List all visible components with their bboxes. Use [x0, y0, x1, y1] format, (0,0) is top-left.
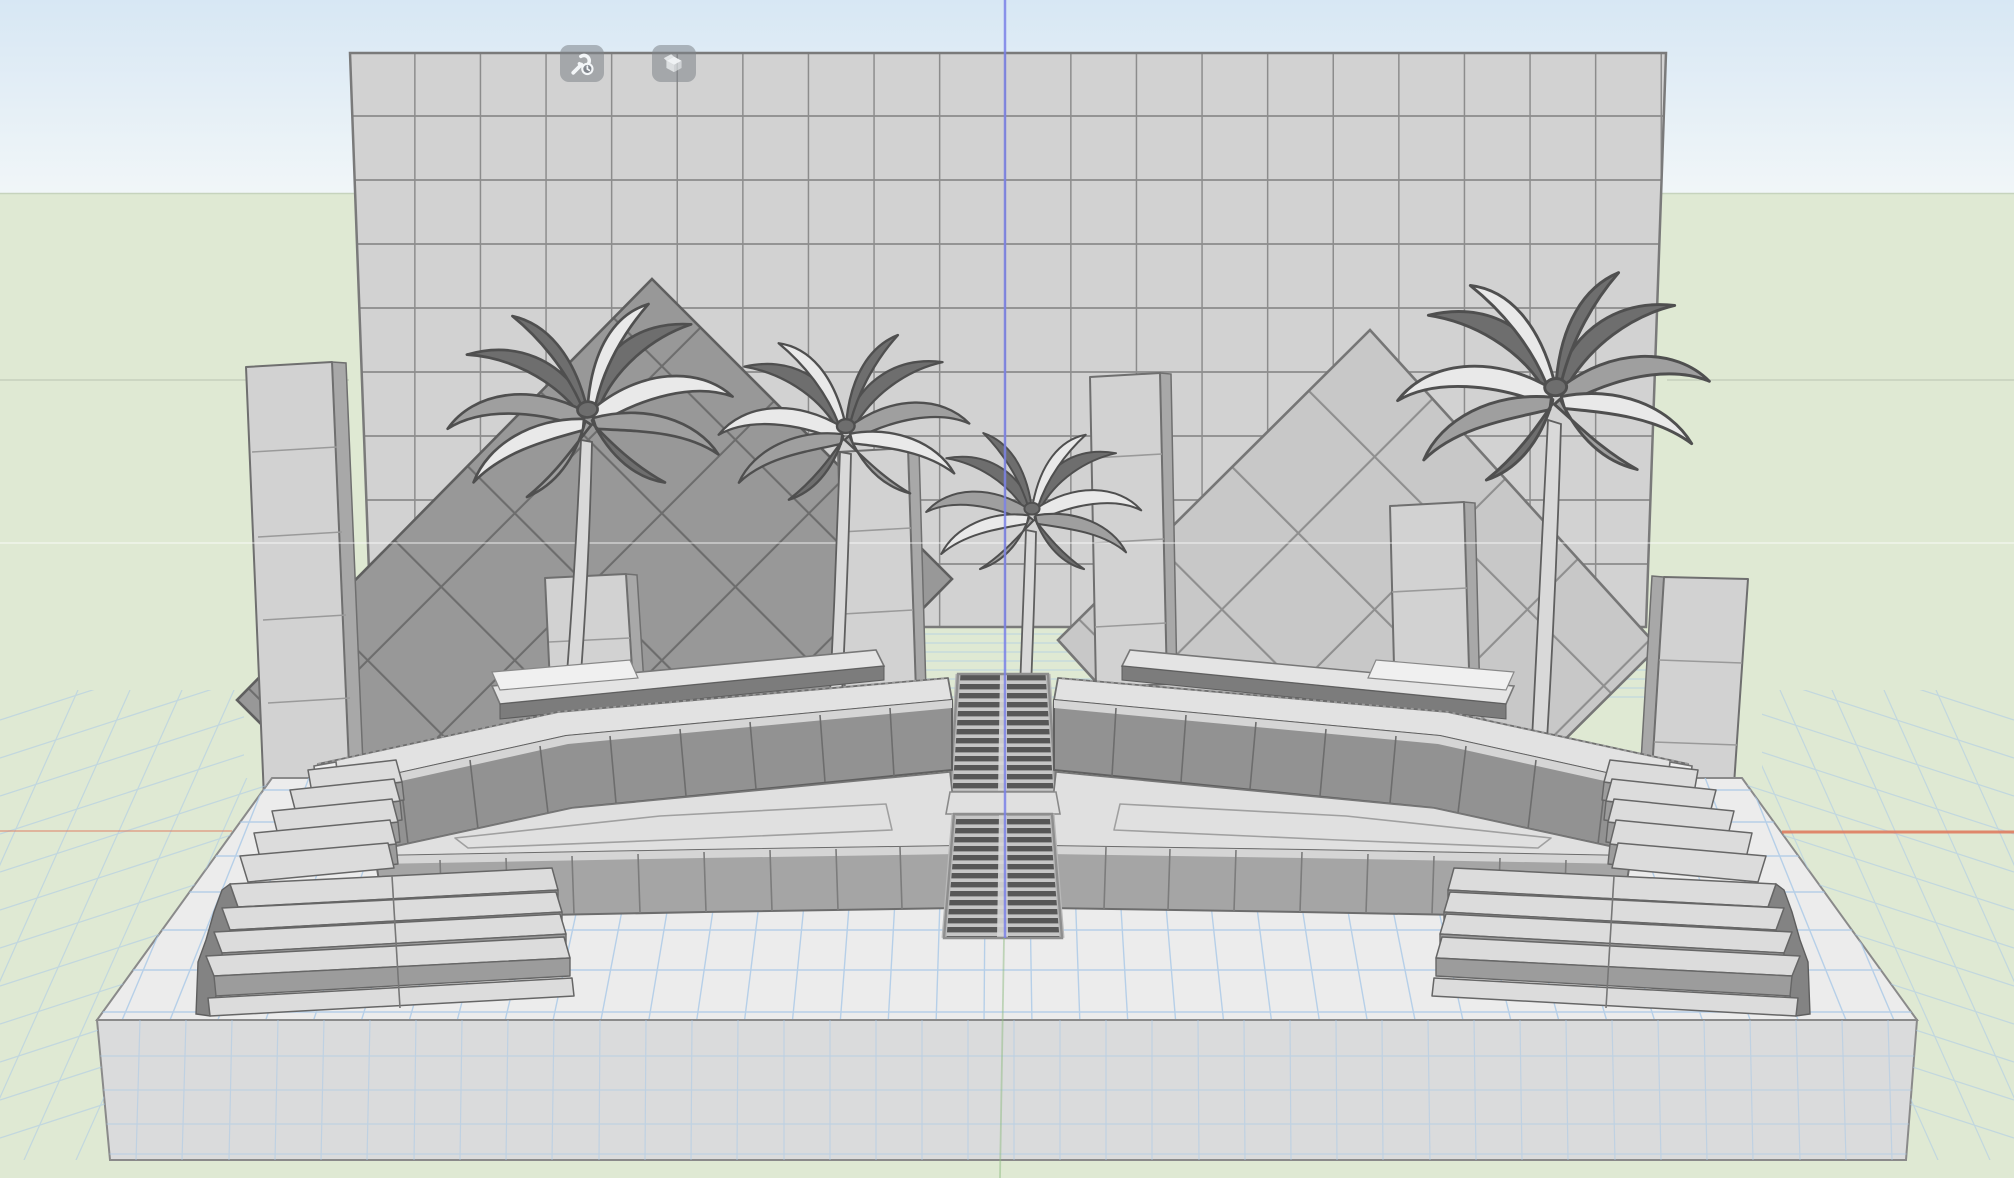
scene-3d-render [0, 0, 2014, 1178]
ramp-lower-segment [944, 814, 1062, 938]
box-icon [661, 51, 687, 77]
component-box-button[interactable] [652, 45, 696, 82]
lower-steps-left [196, 868, 574, 1016]
pillar-1 [246, 362, 364, 798]
ramp-upper-segment [950, 674, 1056, 792]
style-tools-button[interactable] [560, 45, 604, 82]
lower-steps-right [1432, 868, 1810, 1016]
viewport-canvas[interactable] [0, 0, 2014, 1178]
ramp-mid-landing [946, 792, 1060, 814]
wrench-clock-icon [568, 50, 596, 78]
